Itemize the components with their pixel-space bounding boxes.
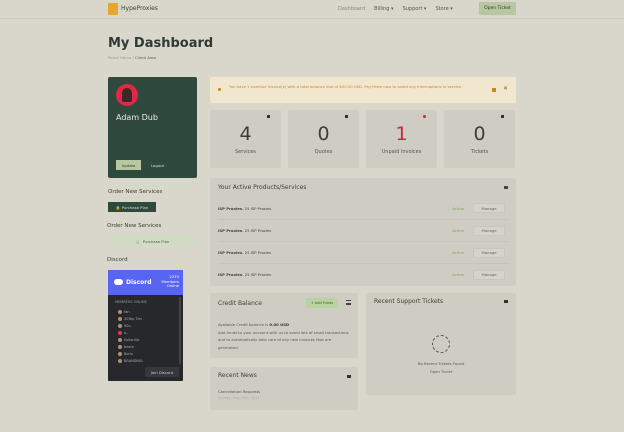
- cube-icon: [504, 186, 508, 189]
- status-badge: Active: [452, 205, 464, 211]
- credit-balance-panel: Credit Balance + Add Funds Available Cre…: [210, 293, 358, 358]
- discord-member[interactable]: fan: [118, 310, 130, 314]
- active-products-panel: Your Active Products/Services ISP Proxie…: [210, 178, 516, 286]
- discord-online-count: 2233 Members Online: [161, 274, 179, 288]
- recent-tickets-panel: Recent Support Tickets No Recent Tickets…: [366, 293, 516, 395]
- update-button[interactable]: Update: [116, 160, 141, 170]
- stat-tickets[interactable]: 0 Tickets: [444, 110, 515, 168]
- stat-label: Services: [234, 149, 257, 155]
- page-title: My Dashboard: [108, 36, 214, 51]
- status-badge: Active: [452, 250, 464, 255]
- manage-button[interactable]: Manage: [473, 247, 505, 258]
- info-icon: [218, 88, 221, 91]
- stat-label: Unpaid Invoices: [381, 149, 422, 155]
- status-badge: Active: [452, 272, 464, 277]
- comment-icon: [347, 375, 351, 378]
- manage-button[interactable]: Manage: [473, 269, 505, 280]
- avatar: [116, 84, 138, 106]
- product-row[interactable]: ISP Proxies - 25 ISP Proxies Active Manage: [218, 241, 508, 263]
- members-online-label: MEMBERS ONLINE: [115, 300, 147, 304]
- discord-scrollbar[interactable]: [179, 297, 181, 364]
- panel-title: Credit Balance: [218, 300, 262, 307]
- panel-title: Recent News: [218, 372, 257, 379]
- no-tickets-text: No Recent Tickets Found: [417, 361, 465, 366]
- stat-services[interactable]: 4 Services: [210, 110, 281, 168]
- stat-quotes[interactable]: 0 Quotes: [288, 110, 359, 168]
- purchase-plan-label-2: Purchase Plan: [142, 238, 170, 244]
- cart-icon: 🛒: [135, 238, 141, 244]
- product-row[interactable]: ISP Proxies - 25 ISP Proxies Active Manage: [218, 197, 508, 219]
- close-icon[interactable]: ✕: [503, 85, 508, 92]
- document-icon: [345, 115, 348, 118]
- join-discord-button[interactable]: Join Discord: [145, 367, 179, 377]
- status-badge: Active: [452, 228, 464, 233]
- manage-button[interactable]: Manage: [473, 203, 505, 213]
- profile-card: Adam Dub Update Logout: [108, 77, 197, 178]
- logout-button[interactable]: Logout: [145, 160, 170, 170]
- order-services-heading: Order New Services: [108, 189, 163, 195]
- purchase-plan-button[interactable]: 🔒 Purchase Plan: [108, 202, 156, 212]
- purchase-plan-button-2[interactable]: 🛒 Purchase Plan: [108, 236, 197, 246]
- credit-text: Available Credit balance is 0.00 USD Add …: [218, 322, 349, 350]
- recent-news-panel: Recent News Cancellation Requests Sunday…: [210, 367, 358, 410]
- open-ticket-button[interactable]: Open Ticket: [479, 2, 516, 15]
- discord-member[interactable]: a..: [118, 331, 128, 335]
- stat-unpaid-invoices[interactable]: 1 Unpaid Invoices: [366, 110, 437, 168]
- stat-value: 0: [473, 123, 486, 145]
- discord-widget: Discord 2233 Members Online MEMBERS ONLINE…: [108, 270, 183, 381]
- breadcrumb-current: Client Area: [135, 55, 156, 60]
- nav-support[interactable]: Support ▾: [403, 6, 427, 12]
- stat-label: Quotes: [314, 149, 333, 155]
- ticket-icon: [504, 300, 508, 303]
- pay-icon[interactable]: [492, 88, 496, 92]
- discord-member[interactable]: 90u: [118, 324, 131, 328]
- nav-dashboard[interactable]: Dashboard: [338, 6, 365, 12]
- order-services-heading-2: Order New Services: [107, 223, 162, 229]
- breadcrumb-home[interactable]: Portal Home: [108, 55, 131, 60]
- discord-logo-icon: [114, 279, 123, 285]
- purchase-plan-label: Purchase Plan: [121, 204, 149, 210]
- product-row[interactable]: ISP Proxies - 25 ISP Proxies Active Manage: [218, 219, 508, 241]
- alert-dot-icon: [423, 115, 426, 118]
- product-row[interactable]: ISP Proxies - 25 ISP Proxies Active Manage: [218, 263, 508, 285]
- profile-name: Adam Dub: [116, 113, 158, 122]
- panel-title: Recent Support Tickets: [374, 298, 444, 305]
- brand-logo[interactable]: [108, 3, 118, 15]
- panel-title: Your Active Products/Services: [218, 184, 307, 191]
- stat-value: 0: [317, 123, 330, 145]
- stat-value: 4: [239, 123, 252, 145]
- stat-value: 1: [395, 123, 408, 145]
- nav-billing[interactable]: Billing ▾: [374, 6, 393, 12]
- discord-member[interactable]: 30Top Tier: [118, 317, 142, 321]
- discord-member[interactable]: AvilanGo: [118, 338, 139, 342]
- add-funds-button[interactable]: + Add Funds: [306, 298, 338, 308]
- discord-member[interactable]: BRANDING: [118, 359, 143, 363]
- nav-store[interactable]: Store ▾: [435, 6, 452, 12]
- overdue-invoice-alert: You have 1 overdue invoice(s) with a tot…: [210, 77, 516, 103]
- manage-button[interactable]: Manage: [473, 225, 505, 236]
- cube-icon: [267, 115, 270, 118]
- open-ticket-link[interactable]: Open Ticket: [366, 369, 516, 374]
- top-navbar: HypeProxies Dashboard Billing ▾ Support …: [0, 0, 624, 19]
- empty-box-icon: [432, 335, 450, 353]
- brand-name[interactable]: HypeProxies: [121, 5, 158, 12]
- breadcrumb: Portal Home / Client Area: [108, 55, 156, 60]
- discord-member[interactable]: beam: [118, 345, 134, 349]
- news-date: Sunday, May 19th, 2013: [218, 396, 260, 400]
- discord-title: Discord: [126, 279, 152, 286]
- alert-text: You have 1 overdue invoice(s) with a tot…: [229, 84, 463, 89]
- stat-label: Tickets: [470, 149, 489, 155]
- lock-icon: 🔒: [115, 204, 121, 210]
- ticket-icon: [501, 115, 504, 118]
- discord-member[interactable]: Boris: [118, 352, 133, 356]
- discord-heading: Discord: [107, 257, 128, 263]
- bank-icon: [346, 300, 351, 305]
